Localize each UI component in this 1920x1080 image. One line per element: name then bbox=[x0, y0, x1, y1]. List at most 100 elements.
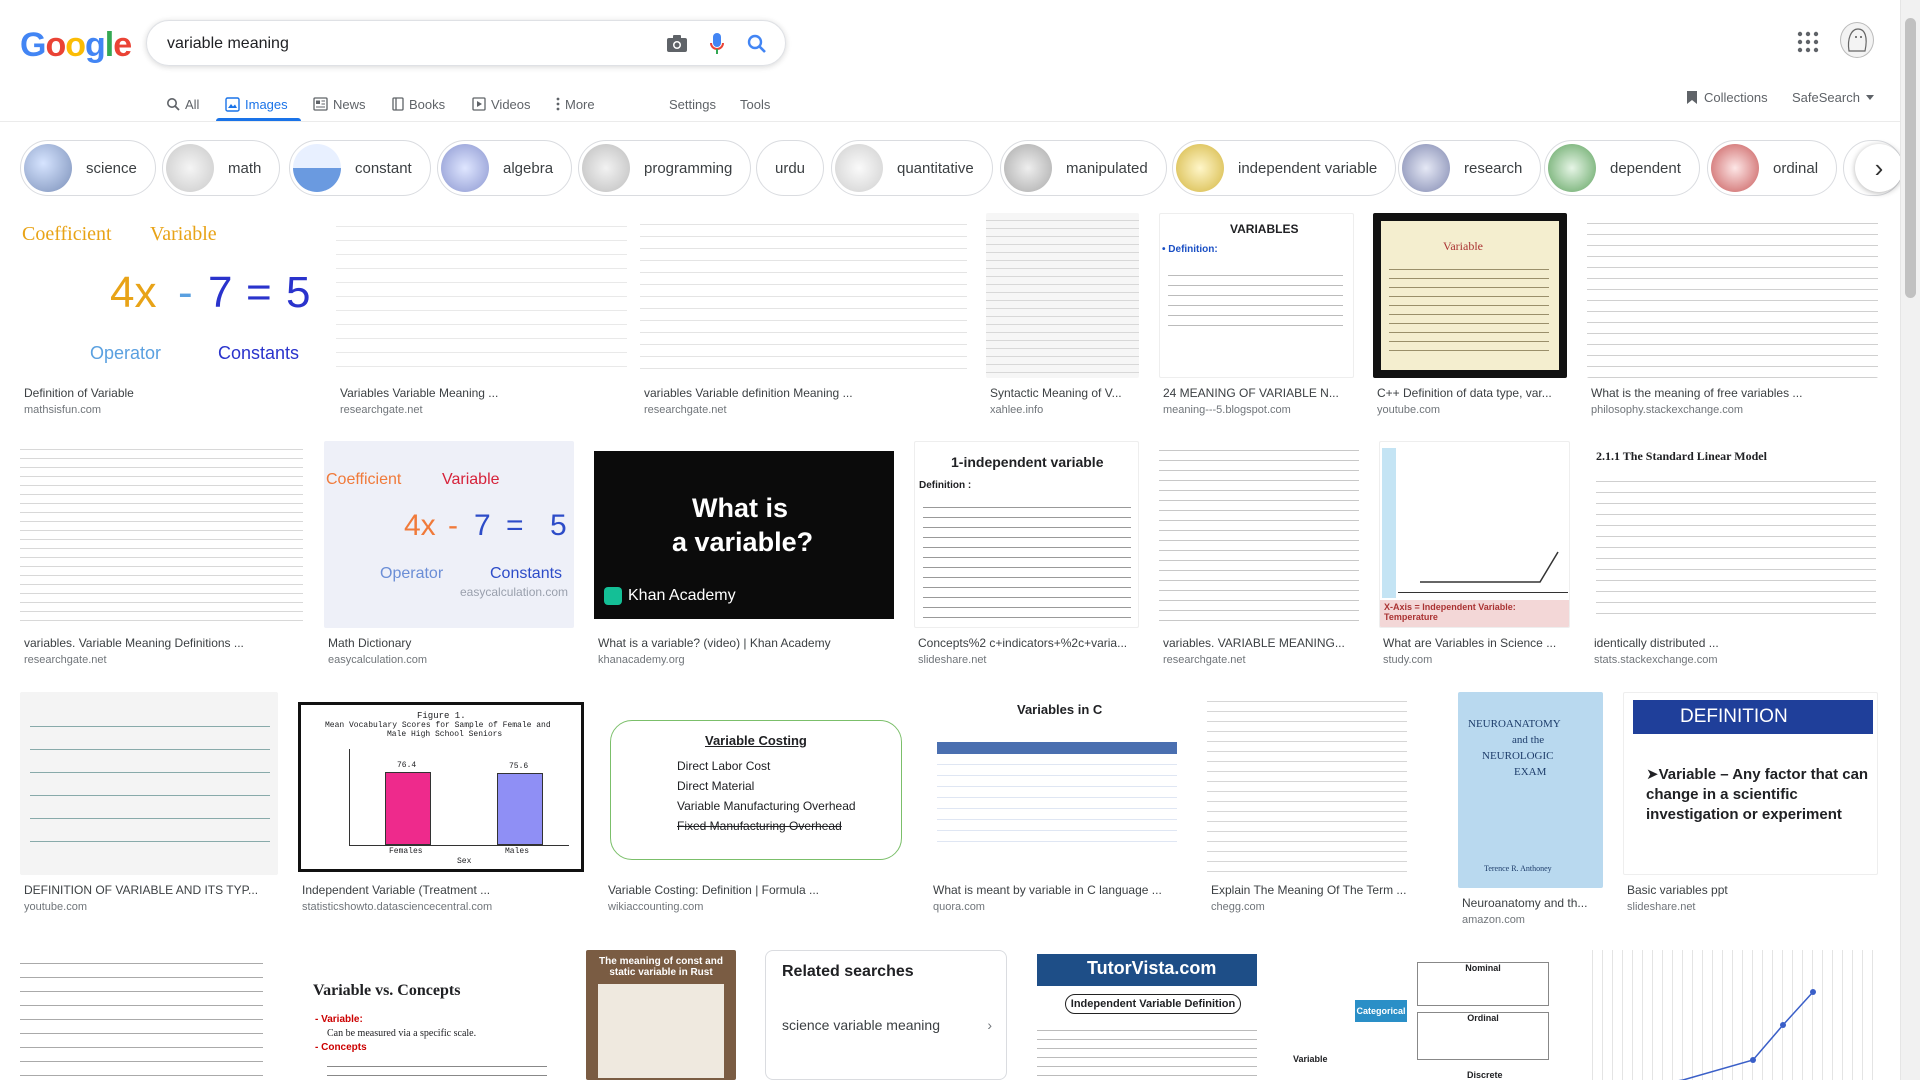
chip-thumbnail bbox=[293, 144, 341, 192]
collections-label: Collections bbox=[1704, 90, 1768, 105]
chevron-right-icon[interactable]: › bbox=[1855, 144, 1903, 192]
apps-grid-icon[interactable] bbox=[1796, 30, 1820, 54]
search-icon[interactable] bbox=[745, 32, 769, 56]
image-result[interactable]: What is a variable? Khan Academy What is… bbox=[594, 441, 894, 666]
safesearch-menu[interactable]: SafeSearch bbox=[1792, 90, 1874, 105]
camera-icon[interactable] bbox=[665, 32, 689, 56]
image-result[interactable]: Explain The Meaning Of The Term ... cheg… bbox=[1207, 692, 1407, 913]
image-result[interactable]: Syntactic Meaning of V... xahlee.info bbox=[986, 213, 1139, 416]
tab-label: Images bbox=[245, 96, 288, 112]
newspaper-icon bbox=[313, 97, 328, 111]
chip[interactable]: math bbox=[162, 140, 281, 196]
related-search-label: science variable meaning bbox=[782, 1017, 940, 1033]
thumb-text: • Definition: bbox=[1162, 244, 1218, 255]
text-lines bbox=[1596, 471, 1876, 621]
image-result[interactable]: 1-independent variable Definition : Conc… bbox=[914, 441, 1139, 666]
tab-more[interactable]: More bbox=[556, 90, 595, 118]
thumb-text: EXAM bbox=[1514, 766, 1547, 778]
image-result[interactable]: VARIABLES • Definition: 24 MEANING OF VA… bbox=[1159, 213, 1354, 416]
image-result[interactable]: What is the meaning of free variables ..… bbox=[1587, 213, 1878, 416]
tab-books[interactable]: Books bbox=[392, 90, 445, 118]
tab-news[interactable]: News bbox=[313, 90, 366, 118]
image-result[interactable]: Variable C++ Definition of data type, va… bbox=[1373, 213, 1567, 416]
chip[interactable]: research bbox=[1398, 140, 1542, 196]
tab-videos[interactable]: Videos bbox=[472, 90, 531, 118]
tab-settings[interactable]: Settings bbox=[669, 90, 716, 118]
chip-label: dependent bbox=[1610, 159, 1681, 177]
safesearch-label: SafeSearch bbox=[1792, 90, 1860, 105]
search-input[interactable] bbox=[167, 33, 647, 55]
image-result[interactable]: Figure 1. Mean Vocabulary Scores for Sam… bbox=[298, 692, 584, 913]
thumb-text: - bbox=[448, 509, 458, 542]
chip[interactable]: independent variable bbox=[1172, 140, 1397, 196]
image-result[interactable]: Coefficient Variable 4x - 7 = 5 Operator… bbox=[324, 441, 574, 666]
search-box bbox=[146, 20, 786, 66]
tab-label: Tools bbox=[740, 96, 771, 112]
logo-letter: G bbox=[20, 26, 46, 64]
google-logo[interactable]: Google bbox=[20, 26, 132, 65]
thumb-text: The meaning of const and static variable… bbox=[599, 956, 723, 978]
chip[interactable]: quantitative bbox=[831, 140, 993, 196]
chip[interactable]: programming bbox=[578, 140, 752, 196]
chip[interactable]: dependent bbox=[1544, 140, 1700, 196]
y-axis-band bbox=[1382, 448, 1396, 598]
result-source: researchgate.net bbox=[644, 404, 727, 416]
related-search-item[interactable]: science variable meaning › bbox=[782, 1017, 992, 1033]
image-result[interactable]: The meaning of const and static variable… bbox=[586, 950, 736, 1080]
collections-link[interactable]: Collections bbox=[1686, 90, 1768, 105]
image-result[interactable] bbox=[1583, 950, 1878, 1080]
result-title: Concepts%2 c+indicators+%2c+varia... bbox=[918, 636, 1128, 650]
logo-letter: o bbox=[45, 26, 66, 64]
image-result[interactable]: Variable Costing Direct Labor Cost Direc… bbox=[604, 692, 909, 913]
chip-thumbnail bbox=[1176, 144, 1224, 192]
result-title: What are Variables in Science ... bbox=[1383, 636, 1557, 650]
account-avatar[interactable] bbox=[1840, 22, 1874, 58]
chip[interactable]: science bbox=[20, 140, 156, 196]
image-result[interactable]: Variables Variable Meaning ... researchg… bbox=[336, 213, 627, 416]
thumb-text: 4x bbox=[404, 509, 436, 542]
chip-label: research bbox=[1464, 159, 1523, 177]
image-result[interactable]: Nominal Ordinal Categorical Variable Dis… bbox=[1287, 950, 1563, 1080]
tab-images[interactable]: Images bbox=[225, 90, 288, 118]
image-result[interactable]: DEFINITION ➤Variable – Any factor that c… bbox=[1623, 692, 1878, 913]
chip[interactable]: constant bbox=[289, 140, 431, 196]
image-result[interactable]: variables. Variable Meaning Definitions … bbox=[20, 441, 303, 666]
thumb-text: Variable bbox=[1293, 1054, 1328, 1064]
image-result[interactable]: Coefficient Variable 4x - 7 = 5 Operator… bbox=[20, 213, 316, 416]
chip[interactable]: urdu bbox=[756, 140, 825, 196]
result-source: wikiaccounting.com bbox=[608, 901, 704, 913]
result-source: philosophy.stackexchange.com bbox=[1591, 404, 1744, 416]
tab-tools[interactable]: Tools bbox=[740, 90, 770, 118]
thumbnail bbox=[640, 213, 967, 378]
image-result[interactable]: 2.1.1 The Standard Linear Model identica… bbox=[1590, 441, 1878, 666]
image-result[interactable]: variables. VARIABLE MEANING... researchg… bbox=[1159, 441, 1359, 666]
tab-all[interactable]: All bbox=[166, 90, 199, 118]
image-result[interactable]: Variable vs. Concepts - Variable: Can be… bbox=[283, 950, 559, 1080]
scrollbar-thumb[interactable] bbox=[1905, 18, 1916, 298]
chip-thumbnail bbox=[1402, 144, 1450, 192]
image-result[interactable]: TutorVista.com Independent Variable Defi… bbox=[1027, 950, 1267, 1080]
image-result[interactable]: Variables in C What is meant by variable… bbox=[929, 692, 1187, 913]
image-result[interactable]: DEFINITION OF VARIABLE AND ITS TYP... yo… bbox=[20, 692, 278, 913]
thumb-text: - bbox=[178, 268, 193, 317]
image-result[interactable]: NEUROANATOMY and the NEUROLOGIC EXAM Ter… bbox=[1458, 692, 1603, 926]
image-result[interactable] bbox=[20, 950, 263, 1080]
image-result[interactable]: X-Axis = Independent Variable: Temperatu… bbox=[1379, 441, 1570, 666]
logo-letter: o bbox=[65, 26, 86, 64]
thumb-text: Operator bbox=[380, 565, 444, 582]
text-lines bbox=[1168, 266, 1343, 326]
page-scrollbar[interactable] bbox=[1900, 0, 1920, 1080]
microphone-icon[interactable] bbox=[705, 32, 729, 56]
chip[interactable]: algebra bbox=[437, 140, 573, 196]
thumb-text: a variable? bbox=[672, 527, 814, 557]
thumb-text: NEUROLOGIC bbox=[1482, 750, 1554, 762]
chip[interactable]: manipulated bbox=[1000, 140, 1167, 196]
search-icon bbox=[167, 98, 180, 111]
thumbnail: X-Axis = Independent Variable: Temperatu… bbox=[1379, 441, 1570, 628]
result-title: Neuroanatomy and th... bbox=[1462, 896, 1588, 910]
image-result[interactable]: variables Variable definition Meaning ..… bbox=[640, 213, 967, 416]
thumb-text: Can be measured via a specific scale. bbox=[327, 1028, 477, 1039]
result-title: DEFINITION OF VARIABLE AND ITS TYP... bbox=[24, 883, 259, 897]
line-chart bbox=[1678, 989, 1816, 1080]
chip[interactable]: ordinal bbox=[1707, 140, 1838, 196]
